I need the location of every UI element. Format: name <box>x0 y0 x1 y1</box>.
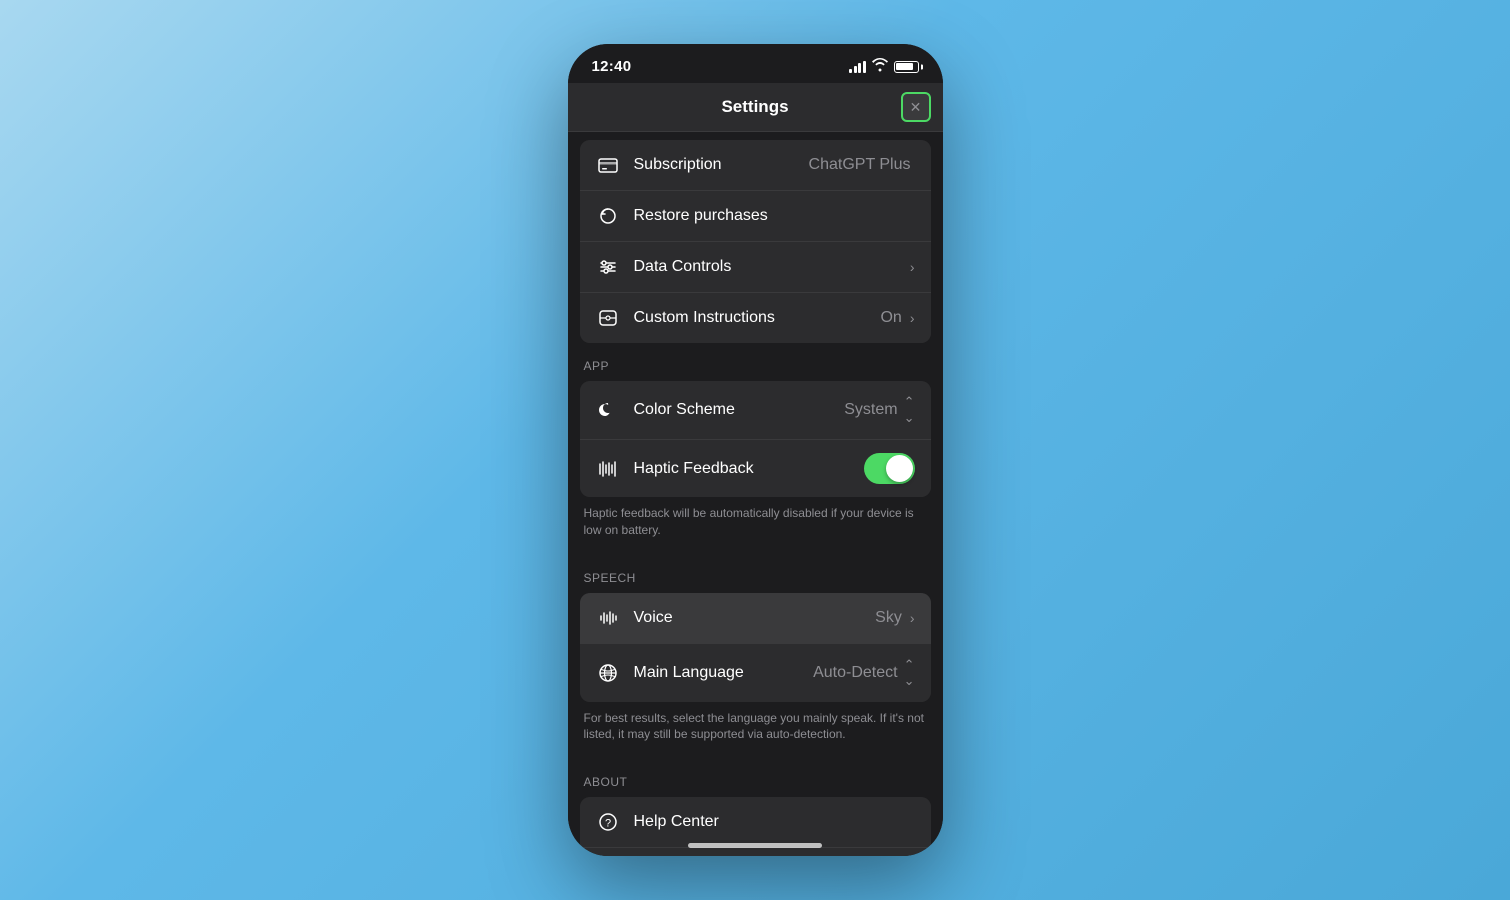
main-language-label: Main Language <box>634 664 814 682</box>
phone-frame: 12:40 Settings ✕ <box>568 44 943 856</box>
restore-purchases-item[interactable]: Restore purchases <box>580 191 931 242</box>
app-section: APP Color Scheme System ⌃⌄ <box>568 343 943 555</box>
voice-item[interactable]: Voice Sky › <box>580 593 931 644</box>
subscription-icon <box>596 153 620 177</box>
restore-purchases-label: Restore purchases <box>634 207 915 225</box>
haptic-icon <box>596 457 620 481</box>
data-controls-label: Data Controls <box>634 258 906 276</box>
haptic-feedback-toggle[interactable] <box>864 453 915 484</box>
settings-header: Settings ✕ <box>568 83 943 132</box>
haptic-feedback-item[interactable]: Haptic Feedback <box>580 440 931 497</box>
voice-value: Sky <box>875 609 902 627</box>
help-center-item[interactable]: ? Help Center <box>580 797 931 848</box>
battery-icon <box>894 61 919 73</box>
color-scheme-item[interactable]: Color Scheme System ⌃⌄ <box>580 381 931 440</box>
color-scheme-updown-icon: ⌃⌄ <box>904 394 915 426</box>
speech-settings-group: Voice Sky › Main Lan <box>580 593 931 702</box>
subscription-item[interactable]: Subscription ChatGPT Plus <box>580 140 931 191</box>
color-scheme-label: Color Scheme <box>634 401 845 419</box>
voice-chevron: › <box>910 610 915 626</box>
about-section-label: ABOUT <box>568 759 943 797</box>
settings-title: Settings <box>721 97 788 117</box>
about-section: ABOUT ? Help Center <box>568 759 943 856</box>
data-controls-icon <box>596 255 620 279</box>
custom-instructions-chevron: › <box>910 310 915 326</box>
help-center-label: Help Center <box>634 813 915 831</box>
speech-section: SPEECH Voice Sky <box>568 555 943 760</box>
data-controls-chevron: › <box>910 259 915 275</box>
voice-label: Voice <box>634 609 876 627</box>
main-language-item[interactable]: Main Language Auto-Detect ⌃⌄ <box>580 644 931 702</box>
terms-of-use-item[interactable]: Terms of Use <box>580 848 931 856</box>
restore-icon <box>596 204 620 228</box>
app-section-label: APP <box>568 343 943 381</box>
signal-bars-icon <box>849 61 866 73</box>
app-settings-group: Color Scheme System ⌃⌄ <box>580 381 931 497</box>
close-button[interactable]: ✕ <box>901 92 931 122</box>
speech-hint: For best results, select the language yo… <box>568 702 943 760</box>
language-updown-icon: ⌃⌄ <box>904 657 915 689</box>
speech-section-label: SPEECH <box>568 555 943 593</box>
color-scheme-value: System <box>844 401 897 419</box>
status-time: 12:40 <box>592 58 632 75</box>
top-settings-group: Subscription ChatGPT Plus Restore purcha… <box>580 140 931 343</box>
close-icon: ✕ <box>910 100 922 114</box>
custom-instructions-label: Custom Instructions <box>634 309 881 327</box>
wifi-icon <box>872 59 888 74</box>
status-bar: 12:40 <box>568 44 943 83</box>
subscription-value: ChatGPT Plus <box>809 156 911 174</box>
haptic-feedback-label: Haptic Feedback <box>634 460 864 478</box>
custom-instructions-item[interactable]: Custom Instructions On › <box>580 293 931 343</box>
main-language-value: Auto-Detect <box>813 664 897 682</box>
subscription-label: Subscription <box>634 156 809 174</box>
settings-content[interactable]: Subscription ChatGPT Plus Restore purcha… <box>568 132 943 856</box>
custom-instructions-value: On <box>880 309 901 327</box>
custom-instructions-icon <box>596 306 620 330</box>
data-controls-item[interactable]: Data Controls › <box>580 242 931 293</box>
svg-text:?: ? <box>604 818 610 830</box>
moon-icon <box>596 398 620 422</box>
help-icon: ? <box>596 810 620 834</box>
globe-icon <box>596 661 620 685</box>
haptic-feedback-hint: Haptic feedback will be automatically di… <box>568 497 943 555</box>
status-icons <box>849 59 919 74</box>
voice-icon <box>596 606 620 630</box>
home-indicator <box>688 843 822 848</box>
